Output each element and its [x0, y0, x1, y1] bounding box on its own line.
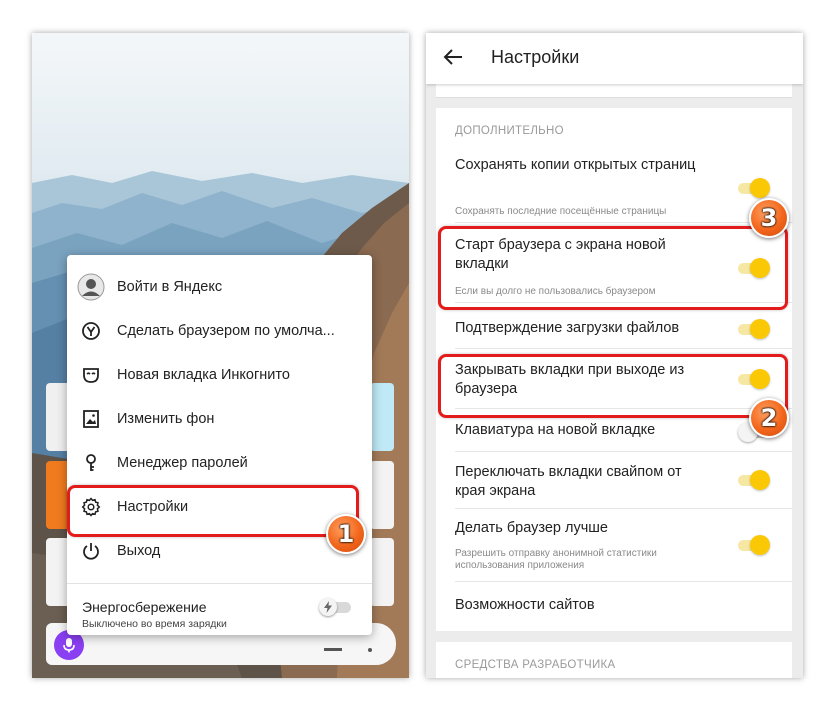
separator [455, 222, 792, 223]
setting-improve-browser-title[interactable]: Делать браузер лучше [455, 519, 715, 538]
microphone-icon [63, 638, 75, 653]
step-number: 1 [337, 520, 355, 548]
lightning-icon [324, 601, 332, 613]
key-icon [80, 452, 102, 474]
highlight-start-new-tab [438, 226, 788, 310]
user-avatar-icon [77, 273, 105, 301]
app-bar: Настройки [426, 33, 803, 84]
speed-dial-tile[interactable] [370, 538, 394, 606]
settings-card-developer: СРЕДСТВА РАЗРАБОТЧИКА [436, 642, 792, 678]
back-arrow-icon[interactable] [442, 46, 464, 68]
step-badge-2: 2 [749, 398, 789, 438]
setting-keyboard-new-tab-title[interactable]: Клавиатура на новой вкладке [455, 421, 715, 440]
step-badge-3: 3 [749, 198, 789, 238]
menu-item-label: Менеджер паролей [117, 455, 248, 471]
menu-item-default-browser[interactable]: Сделать браузером по умолча... [67, 309, 372, 353]
energy-saving-title: Энергосбережение [82, 599, 207, 615]
separator [455, 348, 792, 349]
step-number: 2 [760, 404, 778, 432]
menu-item-login[interactable]: Войти в Яндекс [67, 265, 372, 309]
menu-item-label: Выход [117, 543, 161, 559]
site-capabilities-link[interactable]: Возможности сайтов [455, 596, 715, 615]
section-header-additional: ДОПОЛНИТЕЛЬНО [455, 125, 564, 137]
page-title: Настройки [491, 47, 580, 67]
save-pages-toggle[interactable] [738, 178, 770, 198]
separator [455, 508, 792, 509]
image-icon [80, 408, 102, 430]
setting-swipe-tabs-title[interactable]: Переключать вкладки свайпом от края экра… [455, 463, 715, 501]
step-number: 3 [760, 204, 778, 232]
highlight-settings [67, 485, 359, 537]
setting-improve-browser-subtitle: Разрешить отправку анонимной статистики … [455, 548, 657, 571]
setting-confirm-downloads-title[interactable]: Подтверждение загрузки файлов [455, 319, 715, 338]
setting-save-pages-subtitle: Сохранять последние посещённые страницы [455, 206, 667, 217]
browser-menu: Войти в Яндекс Сделать браузером по умол… [67, 255, 372, 635]
separator [455, 451, 792, 452]
menu-item-label: Войти в Яндекс [117, 279, 223, 295]
section-header-developer: СРЕДСТВА РАЗРАБОТЧИКА [455, 659, 616, 671]
energy-saving-toggle[interactable] [319, 598, 353, 616]
confirm-downloads-toggle[interactable] [738, 319, 770, 339]
highlight-close-tabs [438, 354, 788, 418]
yandex-browser-icon [80, 320, 102, 342]
menu-divider [67, 583, 372, 584]
menu-item-label: Новая вкладка Инкогнито [117, 367, 290, 383]
setting-save-pages-title[interactable]: Сохранять копии открытых страниц [455, 156, 715, 175]
step-badge-1: 1 [326, 514, 366, 554]
tabs-indicator[interactable] [324, 648, 342, 651]
improve-browser-toggle[interactable] [738, 535, 770, 555]
speed-dial-tile[interactable] [370, 383, 394, 451]
power-icon [80, 540, 102, 562]
settings-card-previous [436, 84, 792, 98]
toggle-knob [319, 598, 337, 616]
menu-item-password-manager[interactable]: Менеджер паролей [67, 441, 372, 485]
overflow-dot[interactable] [368, 648, 372, 652]
menu-item-label: Изменить фон [117, 411, 215, 427]
browser-home-screen: Войти в Яндекс Сделать браузером по умол… [32, 33, 409, 678]
swipe-tabs-toggle[interactable] [738, 470, 770, 490]
incognito-mask-icon [80, 364, 102, 386]
separator [455, 581, 792, 582]
menu-item-change-background[interactable]: Изменить фон [67, 397, 372, 441]
energy-saving-subtitle: Выключено во время зарядки [82, 618, 227, 630]
speed-dial-tile[interactable] [370, 461, 394, 529]
menu-item-label: Сделать браузером по умолча... [117, 323, 335, 339]
menu-item-incognito[interactable]: Новая вкладка Инкогнито [67, 353, 372, 397]
